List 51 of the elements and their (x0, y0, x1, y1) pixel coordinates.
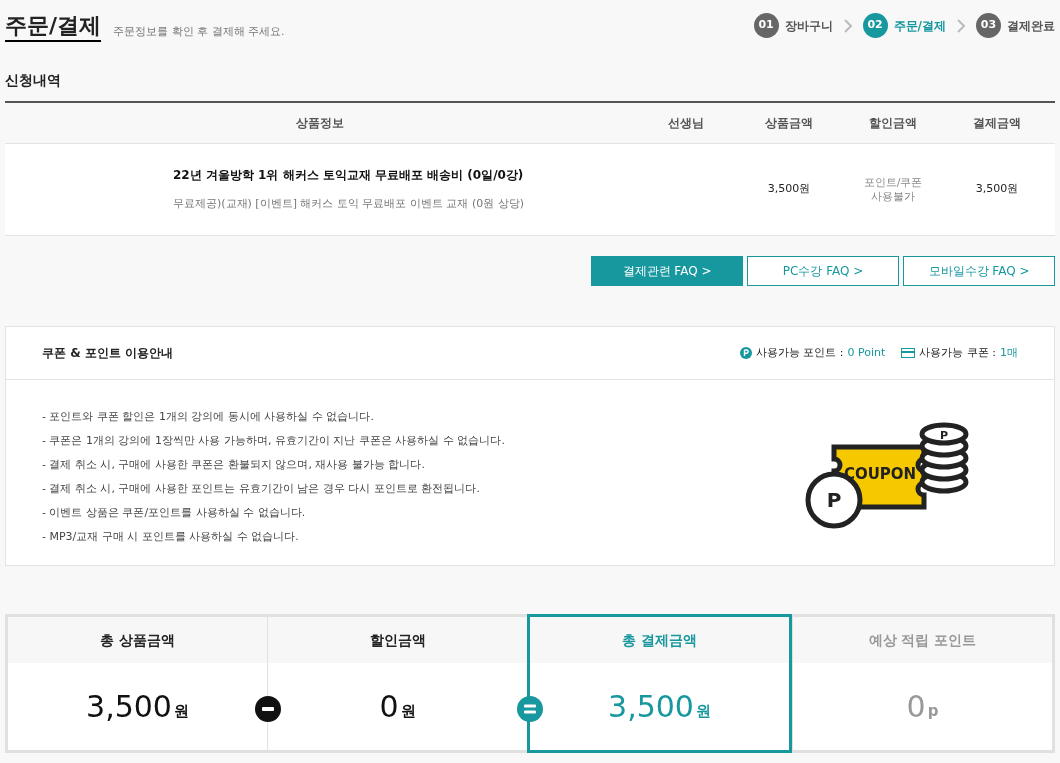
summary-label: 예상 적립 포인트 (868, 630, 977, 650)
notice-text: - 결제 취소 시, 구매에 사용한 포인트는 유효기간이 남은 경우 다시 포인트로 환전됩니다. (42, 482, 481, 496)
point-icon (739, 347, 752, 359)
discount-cell-text: 포인트/쿠폰 사용불가 (862, 175, 924, 204)
chevron-icon (842, 18, 853, 33)
step-number: 02 (862, 13, 888, 38)
summary-unit: 원 (400, 701, 416, 723)
section-title: 신청내역 (5, 71, 62, 90)
coupon-icon (901, 348, 916, 358)
faq-button[interactable]: 결제관련 FAQ > (591, 256, 743, 286)
summary-label: 할인금액 (369, 630, 426, 650)
coupons-value: 1매 (1000, 344, 1018, 361)
notice-text: - MP3/교재 구매 시 포인트를 사용하실 수 없습니다. (42, 530, 300, 544)
column-header: 결제금액 (972, 115, 1022, 132)
notice-text: - 쿠폰은 1개의 강의에 1장씩만 사용 가능하며, 유효기간이 지난 쿠폰은 사용하실 수 없습니다. (42, 434, 505, 448)
faq-button[interactable]: PC수강 FAQ > (747, 256, 899, 286)
column-header: 상품금액 (764, 115, 814, 132)
summary-amount: 0 (379, 688, 399, 726)
notice-text: - 이벤트 상품은 쿠폰/포인트를 사용하실 수 없습니다. (42, 506, 307, 520)
page-title: 주문/결제 (5, 12, 102, 42)
points-label: 사용가능 포인트 : (755, 344, 844, 361)
step-number: 03 (976, 13, 1001, 38)
column-header: 선생님 (667, 115, 705, 132)
summary-amount: 0 (906, 688, 926, 726)
price-cell-text: 3,500원 (766, 181, 812, 198)
notice-text: - 결제 취소 시, 구매에 사용한 쿠폰은 환불되지 않으며, 재사용 불가능 합니다. (42, 458, 426, 472)
summary-label: 총 상품금액 (100, 630, 175, 650)
summary-amount: 3,500 (608, 688, 694, 726)
notice-text: - 포인트와 쿠폰 할인은 1개의 강의에 동시에 사용하실 수 없습니다. (42, 410, 375, 424)
product-detail: 무료제공)(교재) [이벤트] 해커스 토익 무료배포 이벤트 교재 (0원 상당) (173, 196, 525, 213)
summary-unit: p (927, 701, 939, 723)
summary-unit: 원 (173, 701, 189, 723)
summary-unit: 원 (695, 701, 711, 723)
panel-title: 쿠폰 & 포인트 이용안내 (42, 345, 173, 362)
points-value: 0 Point (847, 344, 886, 361)
step-number: 01 (753, 13, 779, 38)
payment-cell-text: 3,500원 (974, 181, 1020, 198)
product-title: 22년 겨울방학 1위 해커스 토익교재 무료배포 배송비 (0일/0강) (173, 167, 525, 185)
step-label: 주문/결제 (893, 17, 946, 35)
summary-label: 총 결제금액 (622, 630, 697, 650)
minus-icon (255, 696, 281, 722)
step-label: 결제완료 (1007, 17, 1055, 35)
summary-amount: 3,500 (86, 688, 172, 726)
coupon-coins-drawing: COUPON P P (804, 422, 974, 532)
column-header: 상품정보 (295, 115, 345, 132)
chevron-icon (956, 18, 966, 33)
faq-button[interactable]: 모바일수강 FAQ > (903, 256, 1055, 286)
step-label: 장바구니 (784, 17, 833, 35)
page-subtitle: 주문정보를 확인 후 결제해 주세요. (113, 23, 285, 40)
column-header: 할인금액 (868, 115, 918, 132)
coupons-label: 사용가능 쿠폰 : (919, 344, 996, 361)
